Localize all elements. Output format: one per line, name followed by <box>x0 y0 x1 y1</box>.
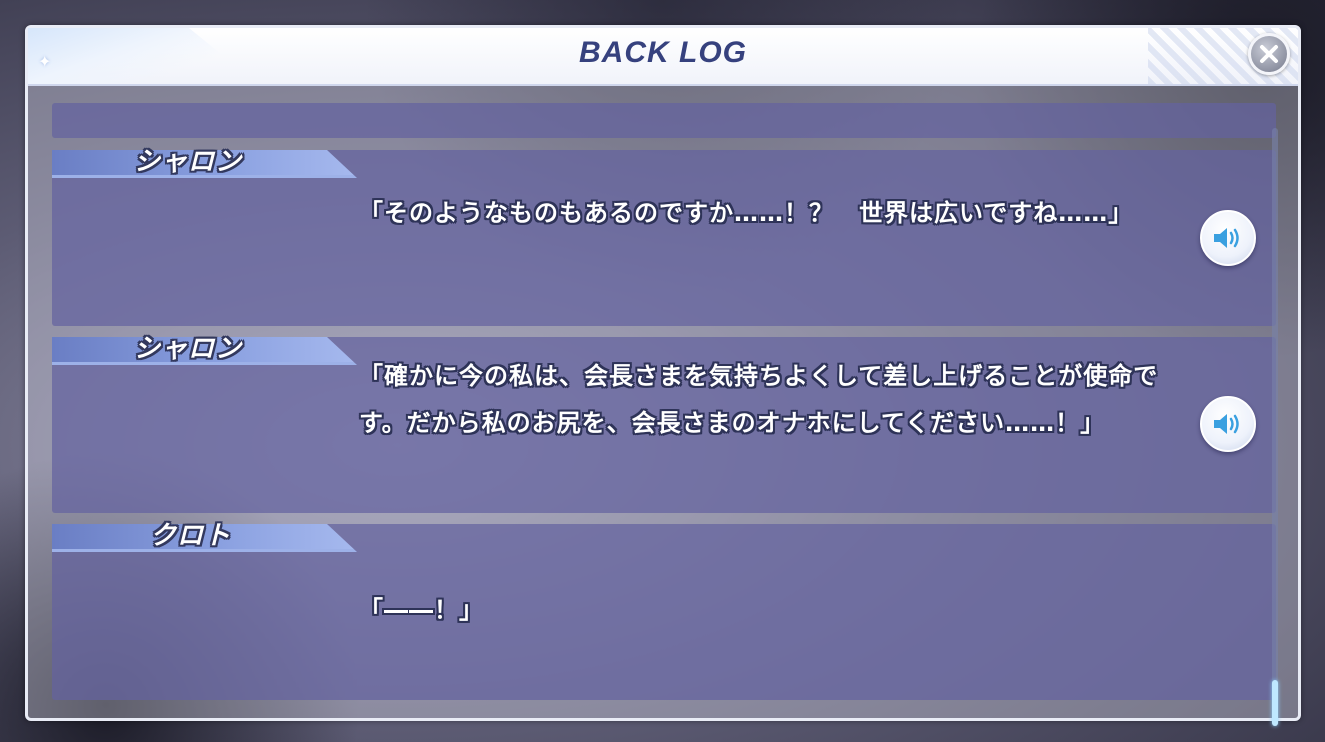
backlog-window: ✦ BACK LOG シャロン 「そのようなものもあるのですか……！？ 世界は広… <box>25 25 1301 726</box>
scrollbar[interactable] <box>1272 128 1278 726</box>
dialogue-text: 「――！」 <box>359 596 484 624</box>
speaker-icon <box>1214 414 1239 434</box>
log-entry <box>52 103 1276 138</box>
scrollbar-thumb[interactable] <box>1272 680 1278 726</box>
speaker-name: シャロン <box>134 334 243 364</box>
voice-replay-button[interactable] <box>1200 396 1256 452</box>
speaker-name: クロト <box>150 521 232 551</box>
dialogue-text: 「確かに今の私は、会長さまを気持ちよくして差し上げることが使命です。だから私のお… <box>359 362 1159 437</box>
log-list[interactable]: シャロン 「そのようなものもあるのですか……！？ 世界は広いですね……」 シャロ… <box>52 103 1278 701</box>
close-button[interactable] <box>1248 33 1290 75</box>
voice-replay-button[interactable] <box>1200 210 1256 266</box>
window-title: BACK LOG <box>579 36 747 69</box>
speaker-name: シャロン <box>134 147 243 177</box>
speaker-icon <box>1214 228 1239 248</box>
log-entry: シャロン 「そのようなものもあるのですか……！？ 世界は広いですね……」 <box>52 147 1276 326</box>
log-entry: クロト 「――！」 <box>52 521 1276 700</box>
log-entry: シャロン 「確かに今の私は、会長さまを気持ちよくして差し上げることが使命です。だ… <box>52 334 1276 513</box>
close-icon <box>1260 45 1278 63</box>
title-bar: ✦ BACK LOG <box>28 28 1298 86</box>
dialogue-text: 「そのようなものもあるのですか……！？ 世界は広いですね……」 <box>359 199 1134 227</box>
